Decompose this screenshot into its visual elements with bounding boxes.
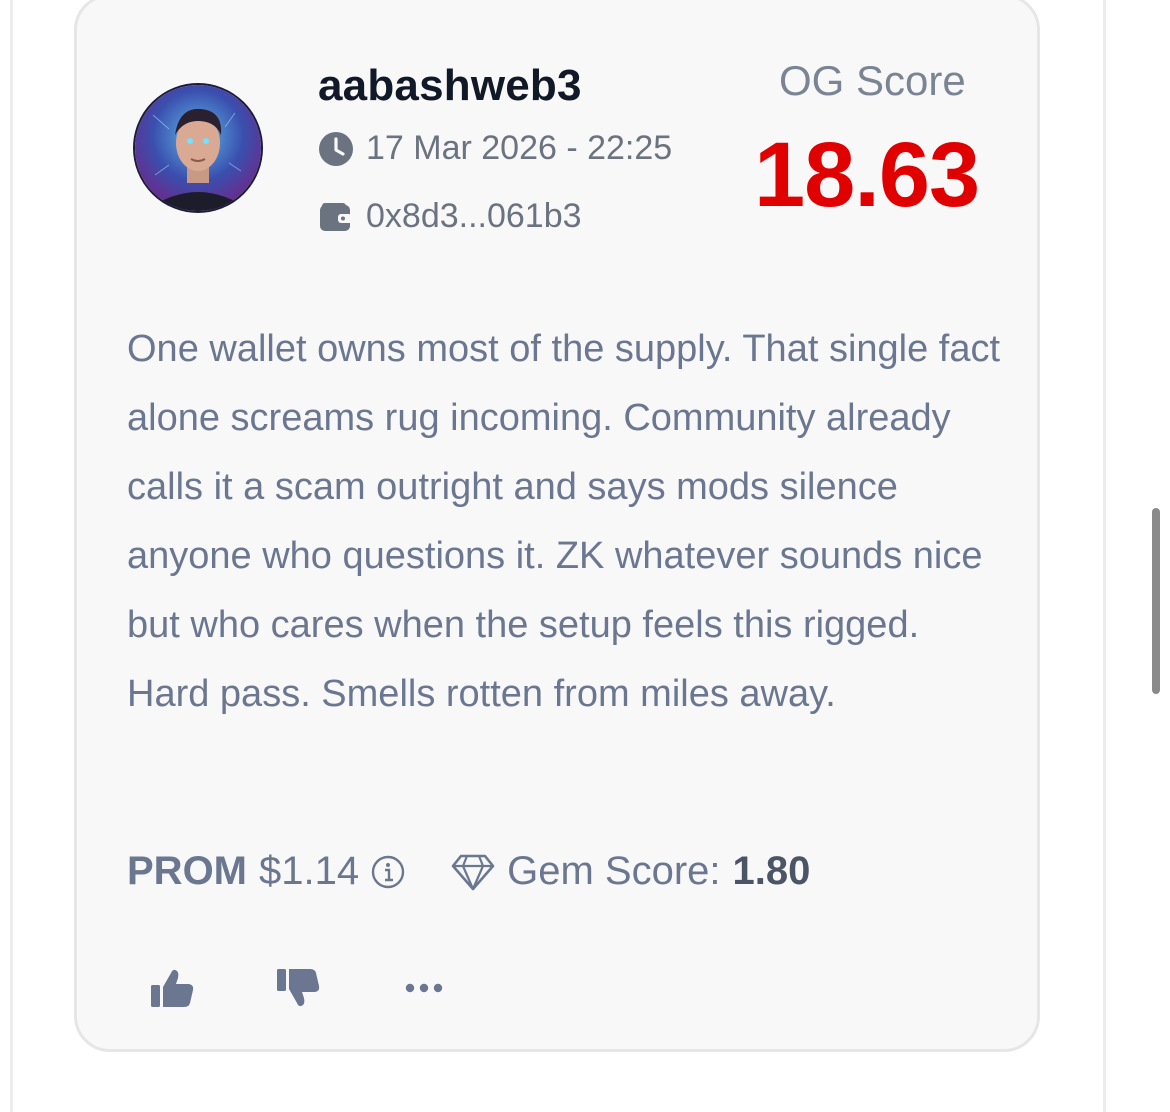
clock-icon <box>318 131 354 167</box>
diamond-icon <box>451 852 495 892</box>
prom-label: PROM <box>127 849 247 893</box>
like-button[interactable] <box>147 965 197 1011</box>
action-bar <box>147 965 525 1011</box>
avatar[interactable] <box>133 83 263 213</box>
thumbs-down-icon <box>277 969 320 1007</box>
page: aabashweb3 17 Mar 2026 - 22:25 0x8d3...0… <box>0 0 1170 1112</box>
username[interactable]: aabashweb3 <box>318 61 582 111</box>
dislike-button[interactable] <box>273 965 323 1011</box>
right-border <box>1103 0 1106 1112</box>
more-dots-icon <box>405 983 443 993</box>
og-score-value: 18.63 <box>754 124 980 226</box>
gem-score-value: 1.80 <box>732 849 811 893</box>
left-border <box>10 0 13 1112</box>
wallet-row: 0x8d3...061b3 <box>318 197 582 236</box>
more-options-button[interactable] <box>399 965 449 1011</box>
post-date: 17 Mar 2026 - 22:25 <box>366 129 673 167</box>
stats-row: PROM $1.14 Gem Score: 1.80 <box>127 849 810 894</box>
wallet-address[interactable]: 0x8d3...061b3 <box>366 197 582 236</box>
prom-value: $1.14 <box>259 849 360 893</box>
og-score-label: OG Score <box>779 57 966 104</box>
review-card: aabashweb3 17 Mar 2026 - 22:25 0x8d3...0… <box>74 0 1040 1052</box>
scrollbar-thumb[interactable] <box>1152 508 1160 694</box>
gem-score-label: Gem Score: <box>507 849 721 893</box>
post-body: One wallet owns most of the supply. That… <box>127 328 1001 715</box>
wallet-icon <box>318 199 354 235</box>
thumbs-up-icon <box>151 969 194 1007</box>
post-date-row: 17 Mar 2026 - 22:25 <box>318 129 672 168</box>
avatar-image <box>135 85 261 211</box>
info-icon[interactable] <box>371 855 405 889</box>
